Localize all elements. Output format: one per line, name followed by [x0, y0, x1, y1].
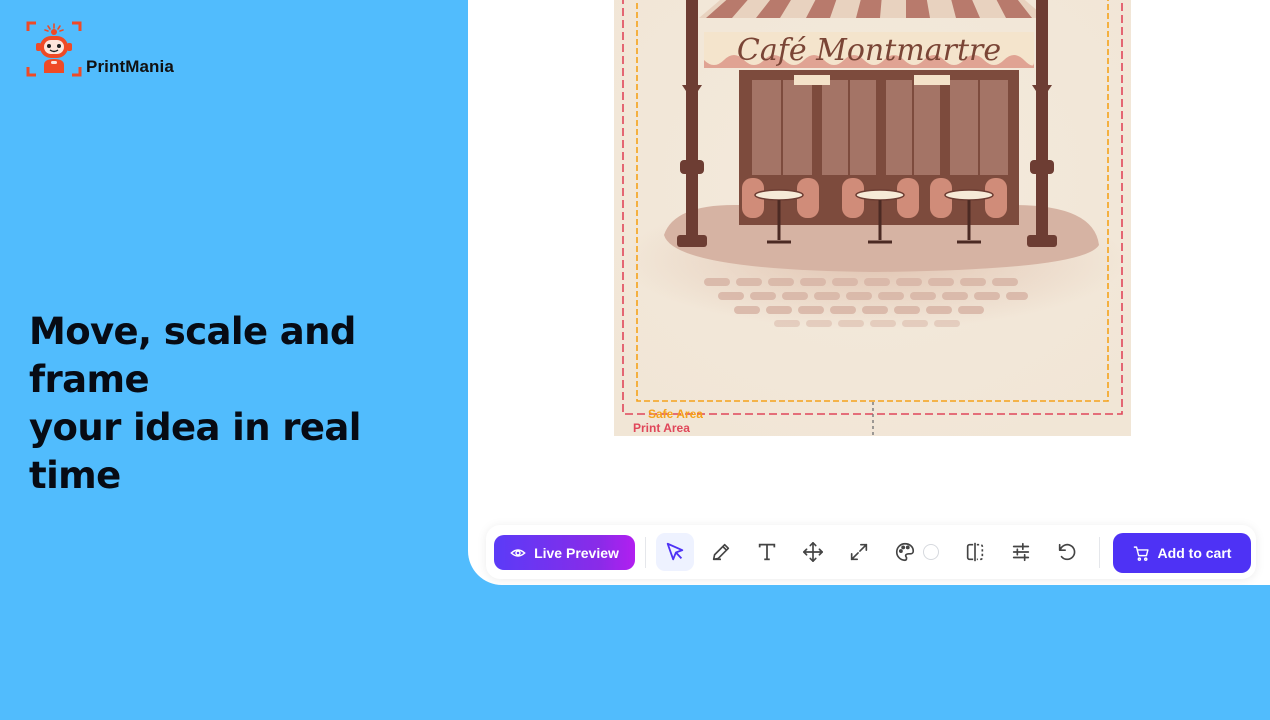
undo-tool-button[interactable] [1048, 533, 1086, 571]
safe-area-label: Safe Area [648, 407, 703, 421]
mirror-tool-button[interactable] [956, 533, 994, 571]
select-tool-button[interactable] [656, 533, 694, 571]
scale-icon [850, 543, 868, 561]
toolbar-divider [1099, 537, 1100, 568]
hero-line-2: your idea in real time [29, 406, 361, 497]
editor-toolbar: Live Preview Add to cart [486, 525, 1256, 579]
pen-icon [712, 543, 730, 561]
add-to-cart-label: Add to cart [1157, 545, 1232, 561]
undo-icon [1058, 543, 1076, 561]
hero-line-1: Move, scale and frame [29, 310, 356, 401]
toolbar-divider [645, 537, 646, 568]
scale-tool-button[interactable] [840, 533, 878, 571]
cafe-artwork[interactable]: Café Montmartre [614, 0, 1131, 436]
mirror-icon [966, 542, 984, 562]
color-tool-button[interactable] [886, 533, 924, 571]
adjust-icon [1012, 542, 1030, 562]
draw-tool-button[interactable] [702, 533, 740, 571]
text-icon [758, 543, 776, 561]
artwork-title: Café Montmartre [737, 33, 1001, 68]
move-icon [803, 542, 823, 562]
brand-logo[interactable]: PrintMania [26, 21, 174, 77]
palette-icon [896, 542, 915, 562]
live-preview-button[interactable]: Live Preview [494, 535, 635, 570]
brand-name: PrintMania [86, 57, 174, 76]
design-canvas[interactable]: Café Montmartre Safe Area Print Area [614, 0, 1131, 436]
move-tool-button[interactable] [794, 533, 832, 571]
select-icon [666, 542, 684, 561]
print-area-label: Print Area [633, 421, 690, 435]
adjust-tool-button[interactable] [1002, 533, 1040, 571]
add-to-cart-button[interactable]: Add to cart [1113, 533, 1251, 573]
eye-icon [510, 548, 526, 557]
cart-icon [1133, 545, 1149, 561]
editor-panel: Café Montmartre Safe Area Print Area Liv… [468, 0, 1270, 585]
robot-logo-icon [26, 21, 82, 77]
color-swatch[interactable] [923, 544, 939, 560]
hero-headline: Move, scale and frame your idea in real … [29, 308, 459, 500]
text-tool-button[interactable] [748, 533, 786, 571]
live-preview-label: Live Preview [534, 544, 619, 561]
